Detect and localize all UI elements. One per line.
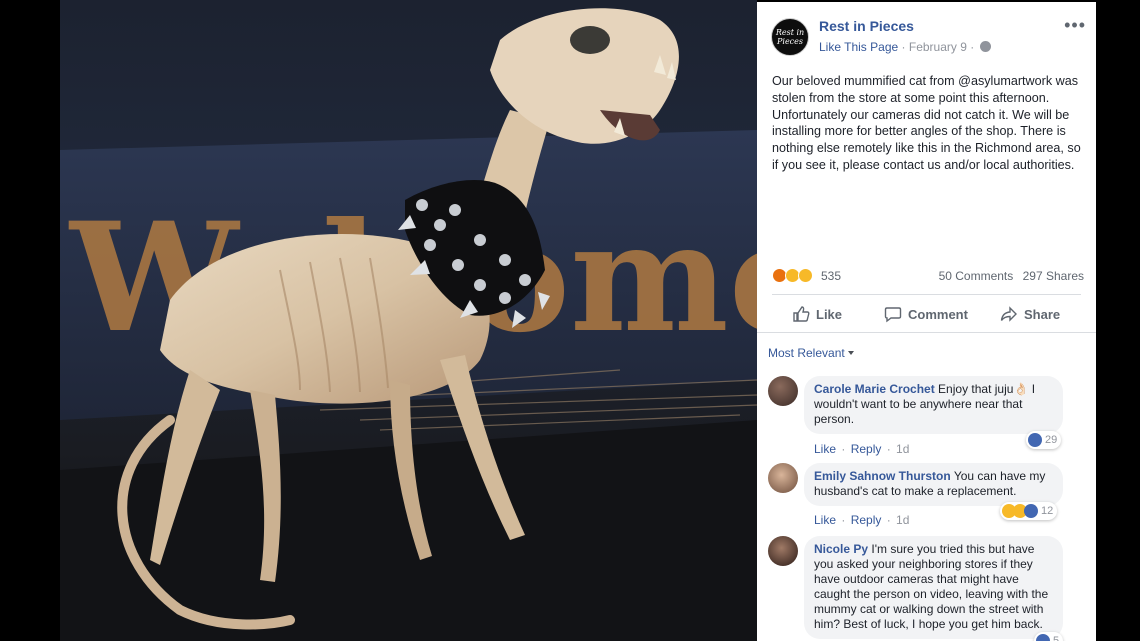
page-avatar[interactable]: Rest in Pieces — [771, 18, 809, 56]
comment-sort-dropdown[interactable]: Most Relevant — [768, 346, 854, 360]
mummified-cat-photo: Welcome — [60, 0, 757, 641]
globe-icon — [979, 41, 991, 52]
commenter-avatar[interactable] — [768, 376, 798, 406]
share-arrow-icon — [1000, 306, 1017, 322]
comment-text: Enjoy that juju — [938, 382, 1014, 396]
comment-author[interactable]: Carole Marie Crochet — [814, 382, 935, 396]
comment-author[interactable]: Nicole Py — [814, 542, 868, 556]
comment-bubble-icon — [884, 307, 902, 323]
divider-bottom — [757, 332, 1096, 333]
share-button-label: Share — [1024, 306, 1061, 322]
post-date[interactable]: February 9 — [909, 40, 967, 54]
reactions-summary: 535 50 Comments 297 Shares — [772, 266, 1084, 286]
thumbs-up-icon — [793, 306, 810, 322]
comment-time[interactable]: 1d — [896, 442, 909, 456]
comment-item: Emily Sahnow Thurston You can have my hu… — [768, 463, 1093, 533]
comment-author[interactable]: Emily Sahnow Thurston — [814, 469, 951, 483]
like-reaction-icon — [1024, 504, 1038, 518]
comment-bubble: Nicole Py I'm sure you tried this but ha… — [804, 536, 1063, 639]
like-page-link[interactable]: Like This Page — [819, 40, 898, 54]
comment-reaction-count: 12 — [1041, 505, 1054, 517]
like-reaction-icon — [1028, 433, 1042, 447]
comment-actions: Like · Reply · 1d — [814, 442, 910, 456]
comment-reactions[interactable]: 29 — [1026, 431, 1062, 449]
wow-reaction-icon — [798, 268, 813, 283]
meta-separator-2: · — [970, 40, 975, 54]
like-button[interactable]: Like — [792, 298, 842, 330]
comments-count-link[interactable]: 50 Comments — [939, 269, 1014, 283]
reaction-count[interactable]: 535 — [821, 269, 841, 283]
comment-reply-link[interactable]: Reply — [851, 513, 882, 527]
left-black-strip — [0, 0, 60, 641]
commenter-avatar[interactable] — [768, 536, 798, 566]
post-actions: Like Comment Share — [772, 298, 1081, 330]
post-header: Rest in Pieces Rest in Pieces Like This … — [771, 16, 1086, 60]
comment-reply-link[interactable]: Reply — [851, 442, 882, 456]
page-name-link[interactable]: Rest in Pieces — [819, 18, 914, 34]
comment-like-link[interactable]: Like — [814, 513, 836, 527]
page-avatar-logo: Rest in Pieces — [775, 28, 805, 46]
engagement-counts: 50 Comments 297 Shares — [933, 269, 1084, 283]
post-text: Our beloved mummified cat from @asylumar… — [772, 74, 1081, 172]
share-button[interactable]: Share — [1000, 298, 1060, 330]
comment-actions: Like · Reply · 1d — [814, 513, 910, 527]
divider-top — [772, 294, 1081, 295]
comment-reaction-count: 29 — [1045, 434, 1058, 446]
right-black-strip — [1096, 0, 1140, 641]
comment-item: Nicole Py I'm sure you tried this but ha… — [768, 536, 1093, 641]
comment-like-link[interactable]: Like — [814, 442, 836, 456]
post-panel: Rest in Pieces Rest in Pieces Like This … — [757, 2, 1096, 641]
comment-bubble: Carole Marie Crochet Enjoy that juju👌🏻 I… — [804, 376, 1063, 434]
like-reaction-icon — [1036, 634, 1050, 641]
comment-button-label: Comment — [908, 306, 968, 322]
meta-separator: · — [901, 40, 906, 54]
ok-hand-emoji: 👌🏻 — [1013, 382, 1029, 396]
post-photo[interactable]: Welcome — [60, 0, 757, 641]
commenter-avatar[interactable] — [768, 463, 798, 493]
comment-button[interactable]: Comment — [884, 298, 968, 330]
comment-bubble: Emily Sahnow Thurston You can have my hu… — [804, 463, 1063, 506]
comment-reactions[interactable]: 5 — [1034, 632, 1064, 641]
caret-down-icon — [847, 351, 854, 355]
comment-time[interactable]: 1d — [896, 513, 909, 527]
comment-reaction-count: 5 — [1053, 635, 1060, 641]
post-meta: Like This Page · February 9 · — [819, 40, 991, 54]
more-options-icon[interactable]: ••• — [1064, 16, 1086, 34]
comment-reactions[interactable]: 12 — [1000, 502, 1058, 520]
shares-count-link[interactable]: 297 Shares — [1023, 269, 1084, 283]
sort-label: Most Relevant — [768, 346, 845, 360]
comment-item: Carole Marie Crochet Enjoy that juju👌🏻 I… — [768, 376, 1093, 462]
like-button-label: Like — [816, 306, 843, 322]
